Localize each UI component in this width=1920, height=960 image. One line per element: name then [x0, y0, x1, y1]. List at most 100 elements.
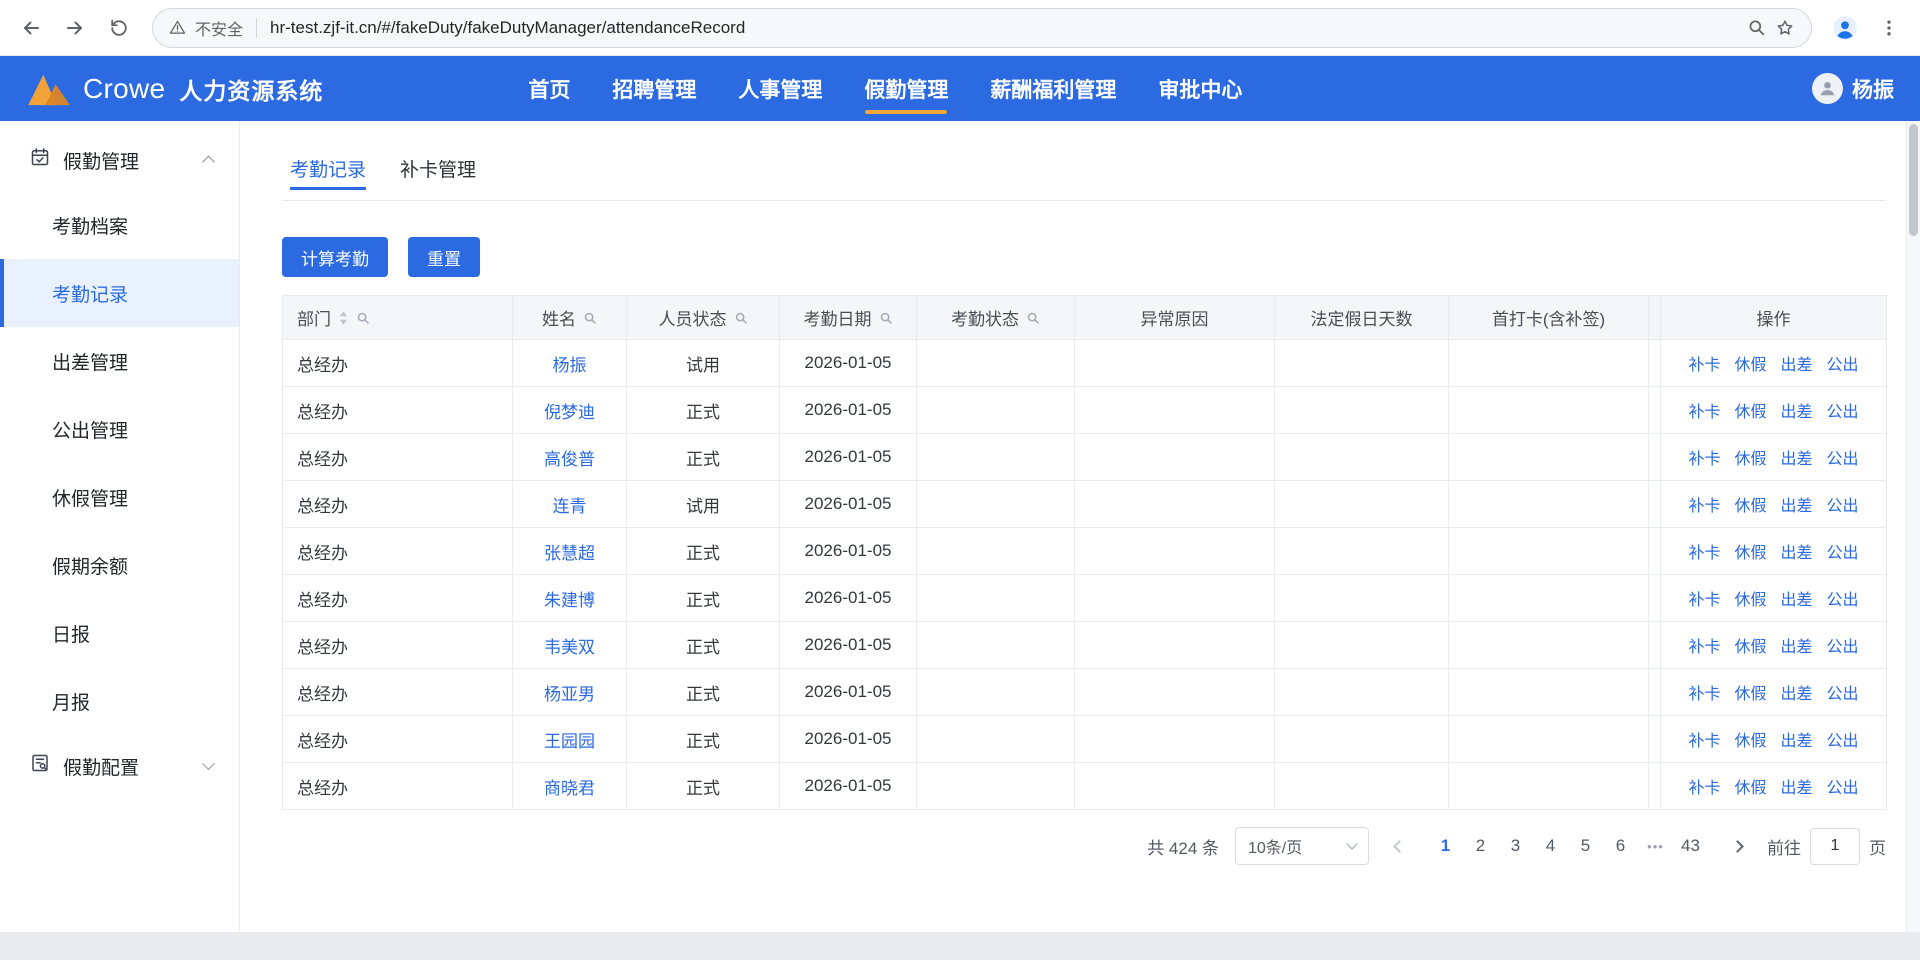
pagination-page-2[interactable]: 2 [1464, 831, 1497, 861]
sidebar-item-leave-balance[interactable]: 假期余额 [0, 531, 239, 599]
bookmark-star-icon[interactable] [1775, 18, 1795, 38]
address-bar[interactable]: 不安全 hr-test.zjf-it.cn/#/fakeDuty/fakeDut… [152, 8, 1812, 48]
sort-icon[interactable] [338, 309, 349, 327]
action-official-out[interactable]: 公出 [1827, 351, 1859, 375]
action-official-out[interactable]: 公出 [1827, 539, 1859, 563]
action-makeup-card[interactable]: 补卡 [1688, 539, 1720, 563]
action-makeup-card[interactable]: 补卡 [1688, 398, 1720, 422]
action-makeup-card[interactable]: 补卡 [1688, 727, 1720, 751]
action-business-trip[interactable]: 出差 [1781, 492, 1813, 516]
action-business-trip[interactable]: 出差 [1781, 351, 1813, 375]
action-business-trip[interactable]: 出差 [1781, 727, 1813, 751]
nav-item-approval-center[interactable]: 审批中心 [1158, 56, 1242, 121]
pagination-page-5[interactable]: 5 [1569, 831, 1602, 861]
employee-name-link[interactable]: 高俊普 [544, 450, 595, 469]
browser-refresh-icon[interactable] [98, 7, 140, 49]
column-search-icon[interactable] [356, 311, 370, 325]
nav-item-recruitment[interactable]: 招聘管理 [612, 56, 696, 121]
sidebar-item-attendance-archive[interactable]: 考勤档案 [0, 191, 239, 259]
calculate-attendance-button[interactable]: 计算考勤 [282, 237, 388, 277]
pagination-page-43[interactable]: 43 [1674, 831, 1707, 861]
action-business-trip[interactable]: 出差 [1781, 445, 1813, 469]
pagination-more[interactable]: ••• [1639, 831, 1672, 861]
browser-forward-icon[interactable] [54, 7, 96, 49]
action-leave[interactable]: 休假 [1734, 492, 1766, 516]
tab-makeup-card-management[interactable]: 补卡管理 [400, 155, 476, 200]
action-makeup-card[interactable]: 补卡 [1688, 445, 1720, 469]
action-leave[interactable]: 休假 [1734, 586, 1766, 610]
employee-name-link[interactable]: 连青 [553, 497, 587, 516]
action-business-trip[interactable]: 出差 [1781, 398, 1813, 422]
employee-name-link[interactable]: 张慧超 [544, 544, 595, 563]
sidebar-item-leave[interactable]: 休假管理 [0, 463, 239, 531]
employee-name-link[interactable]: 杨亚男 [544, 685, 595, 704]
employee-name-link[interactable]: 倪梦迪 [544, 403, 595, 422]
action-official-out[interactable]: 公出 [1827, 680, 1859, 704]
action-official-out[interactable]: 公出 [1827, 398, 1859, 422]
sidebar-group-leave-config[interactable]: 假勤配置 [0, 735, 239, 797]
column-search-icon[interactable] [734, 311, 748, 325]
pagination-page-3[interactable]: 3 [1499, 831, 1532, 861]
pagination-prev-button[interactable] [1385, 831, 1413, 861]
employee-name-link[interactable]: 王园园 [544, 732, 595, 751]
tab-attendance-record[interactable]: 考勤记录 [290, 155, 366, 200]
page-size-select[interactable]: 10条/页 [1235, 827, 1369, 865]
pagination-next-button[interactable] [1723, 831, 1751, 861]
scrollbar-thumb[interactable] [1909, 124, 1918, 236]
pagination-page-4[interactable]: 4 [1534, 831, 1567, 861]
browser-back-icon[interactable] [10, 7, 52, 49]
action-makeup-card[interactable]: 补卡 [1688, 633, 1720, 657]
sidebar-item-business-trip[interactable]: 出差管理 [0, 327, 239, 395]
sidebar-item-monthly-report[interactable]: 月报 [0, 667, 239, 735]
action-leave[interactable]: 休假 [1734, 445, 1766, 469]
zoom-icon[interactable] [1747, 18, 1766, 37]
sidebar-group-leave-attendance[interactable]: 假勤管理 [0, 129, 239, 191]
employee-name-link[interactable]: 韦美双 [544, 638, 595, 657]
action-makeup-card[interactable]: 补卡 [1688, 774, 1720, 798]
action-leave[interactable]: 休假 [1734, 539, 1766, 563]
reset-button[interactable]: 重置 [408, 237, 480, 277]
sidebar-item-attendance-record[interactable]: 考勤记录 [0, 259, 239, 327]
action-makeup-card[interactable]: 补卡 [1688, 680, 1720, 704]
action-leave[interactable]: 休假 [1734, 680, 1766, 704]
sidebar-item-daily-report[interactable]: 日报 [0, 599, 239, 667]
action-official-out[interactable]: 公出 [1827, 633, 1859, 657]
action-business-trip[interactable]: 出差 [1781, 633, 1813, 657]
action-business-trip[interactable]: 出差 [1781, 774, 1813, 798]
action-official-out[interactable]: 公出 [1827, 445, 1859, 469]
action-makeup-card[interactable]: 补卡 [1688, 351, 1720, 375]
column-search-icon[interactable] [1026, 311, 1040, 325]
action-official-out[interactable]: 公出 [1827, 492, 1859, 516]
pagination-page-6[interactable]: 6 [1604, 831, 1637, 861]
action-official-out[interactable]: 公出 [1827, 774, 1859, 798]
page-scrollbar[interactable] [1906, 121, 1920, 932]
browser-profile-icon[interactable] [1824, 7, 1866, 49]
nav-item-home[interactable]: 首页 [528, 56, 570, 121]
column-search-icon[interactable] [879, 311, 893, 325]
column-search-icon[interactable] [583, 311, 597, 325]
action-official-out[interactable]: 公出 [1827, 727, 1859, 751]
employee-name-link[interactable]: 朱建博 [544, 591, 595, 610]
nav-item-personnel[interactable]: 人事管理 [738, 56, 822, 121]
employee-name-link[interactable]: 杨振 [553, 356, 587, 375]
action-business-trip[interactable]: 出差 [1781, 680, 1813, 704]
action-makeup-card[interactable]: 补卡 [1688, 492, 1720, 516]
action-leave[interactable]: 休假 [1734, 633, 1766, 657]
sidebar-item-official-out[interactable]: 公出管理 [0, 395, 239, 463]
browser-menu-icon[interactable] [1868, 7, 1910, 49]
action-business-trip[interactable]: 出差 [1781, 586, 1813, 610]
action-business-trip[interactable]: 出差 [1781, 539, 1813, 563]
pagination-page-1[interactable]: 1 [1429, 831, 1462, 861]
employee-name-link[interactable]: 商晓君 [544, 779, 595, 798]
nav-item-compensation[interactable]: 薪酬福利管理 [990, 56, 1116, 121]
action-leave[interactable]: 休假 [1734, 774, 1766, 798]
header-user[interactable]: 杨振 [1812, 73, 1894, 104]
nav-item-leave-attendance[interactable]: 假勤管理 [864, 56, 948, 121]
action-leave[interactable]: 休假 [1734, 351, 1766, 375]
action-official-out[interactable]: 公出 [1827, 586, 1859, 610]
goto-page-input[interactable] [1810, 828, 1860, 865]
action-leave[interactable]: 休假 [1734, 727, 1766, 751]
address-bar-divider [256, 18, 257, 38]
action-makeup-card[interactable]: 补卡 [1688, 586, 1720, 610]
action-leave[interactable]: 休假 [1734, 398, 1766, 422]
